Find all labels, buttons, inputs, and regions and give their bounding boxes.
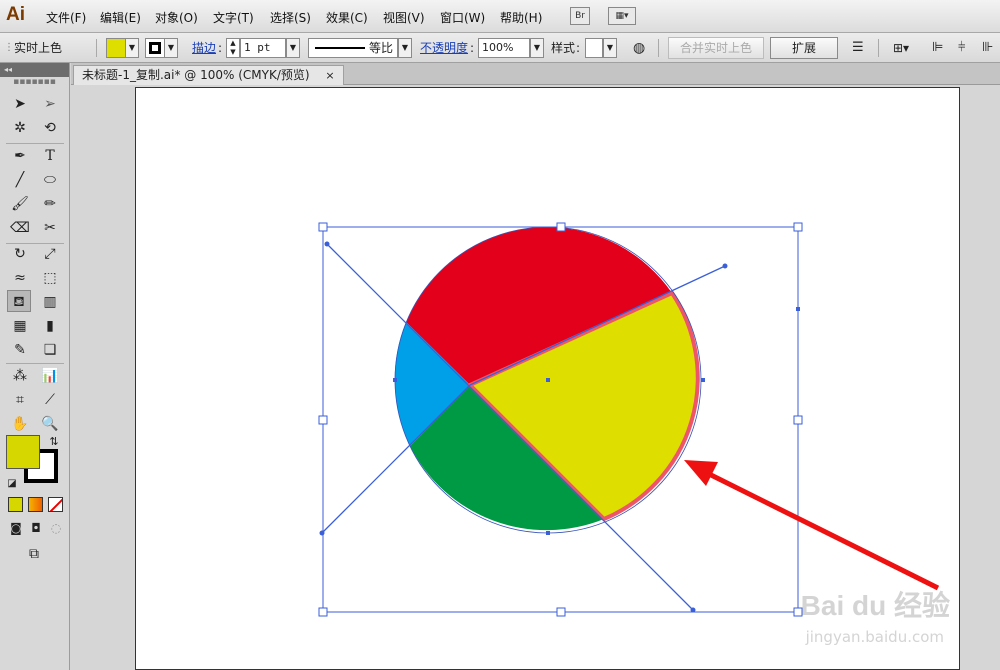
type-tool-icon[interactable]: T <box>38 145 62 167</box>
baidu-watermark-logo: Bai du 经验 <box>800 590 950 621</box>
scale-tool-icon[interactable]: ⤢ <box>38 243 62 265</box>
slice-tool-icon[interactable]: ⟋ <box>38 389 62 411</box>
arrange-documents-icon[interactable]: ▦▾ <box>608 7 636 25</box>
stroke-weight-dropdown-icon[interactable]: ▼ <box>286 38 300 58</box>
app-logo: Ai <box>6 4 25 25</box>
red-arrow-annotation <box>684 460 940 591</box>
screen-mode-icon[interactable]: ⧉ <box>22 543 46 565</box>
opacity-input[interactable]: 100% <box>478 38 530 58</box>
baidu-watermark-url: jingyan.baidu.com <box>805 628 944 646</box>
default-colors-icon[interactable]: ◪ <box>0 473 24 495</box>
draw-inside-icon[interactable]: ◌ <box>46 517 66 539</box>
column-graph-tool-icon[interactable]: 📊 <box>38 365 62 387</box>
stroke-profile-dropdown-icon[interactable]: ▼ <box>398 38 412 58</box>
draw-normal-icon[interactable]: ◙ <box>6 517 26 539</box>
live-paint-bucket-tool-icon[interactable]: ⛾ <box>7 290 31 312</box>
document-area: 未标题-1_复制.ai* @ 100% (CMYK/预览) × Bai du 经… <box>71 63 1000 670</box>
selection-label: 实时上色 <box>14 41 63 55</box>
grip-icon: ⋮ <box>4 42 14 53</box>
pen-tool-icon[interactable]: ✒ <box>8 145 32 167</box>
ellipse-tool-icon[interactable]: ⬭ <box>38 169 62 191</box>
stroke-dropdown-icon[interactable]: ▼ <box>164 38 178 58</box>
scissors-tool-icon[interactable]: ✂ <box>38 217 62 239</box>
menu-select[interactable]: 选择(S) <box>270 9 311 26</box>
stroke-panel-link[interactable]: 描边 <box>192 38 216 58</box>
fill-dropdown-icon[interactable]: ▼ <box>125 38 139 58</box>
eyedropper-tool-icon[interactable]: ✎ <box>8 339 32 361</box>
transform-icon[interactable]: ⊞▾ <box>893 38 909 58</box>
warp-tool-icon[interactable]: ≈ <box>8 267 32 289</box>
recolor-artwork-icon[interactable]: ◍ <box>633 38 645 58</box>
eraser-tool-icon[interactable]: ⌫ <box>8 217 32 239</box>
draw-behind-icon[interactable]: ◘ <box>26 517 46 539</box>
panel-grip: ▪▪▪▪▪▪▪ <box>13 77 56 87</box>
menu-type[interactable]: 文字(T) <box>213 9 254 26</box>
blend-tool-icon[interactable]: ❏ <box>38 339 62 361</box>
merge-live-paint-button[interactable]: 合并实时上色 <box>668 37 764 59</box>
opacity-dropdown-icon[interactable]: ▼ <box>530 38 544 58</box>
stroke-profile-value: 等比 <box>369 41 394 55</box>
free-transform-tool-icon[interactable]: ⬚ <box>38 267 62 289</box>
graphic-style-dropdown-icon[interactable]: ▼ <box>603 38 617 58</box>
divider <box>96 39 97 57</box>
menu-bar: Ai 文件(F) 编辑(E) 对象(O) 文字(T) 选择(S) 效果(C) 视… <box>0 0 1000 33</box>
gradient-mode-icon[interactable] <box>28 497 43 512</box>
gradient-tool-icon[interactable]: ▮ <box>38 315 62 337</box>
menu-edit[interactable]: 编辑(E) <box>100 9 141 26</box>
profile-line-icon <box>315 47 365 49</box>
menu-view[interactable]: 视图(V) <box>383 9 425 26</box>
menu-window[interactable]: 窗口(W) <box>440 9 485 26</box>
artboard-tool-icon[interactable]: ⌗ <box>8 389 32 411</box>
stroke-icon <box>149 42 161 54</box>
menu-help[interactable]: 帮助(H) <box>500 9 542 26</box>
stroke-weight-stepper[interactable]: ▲ ▼ <box>226 38 240 58</box>
align-center-icon[interactable]: ⫩ <box>958 38 965 58</box>
graphic-style-swatch[interactable] <box>585 38 603 58</box>
symbol-sprayer-tool-icon[interactable]: ⁂ <box>8 365 32 387</box>
menu-effect[interactable]: 效果(C) <box>326 9 368 26</box>
expand-button[interactable]: 扩展 <box>770 37 838 59</box>
bridge-button[interactable]: Br <box>570 7 590 25</box>
control-bar: ⋮ 实时上色 ▼ ▼ 描边 : ▲ ▼ 1 pt ▼ 等比 ▼ 不透明度 : 10… <box>0 33 1000 63</box>
stroke-weight-input[interactable]: 1 pt <box>240 38 286 58</box>
options-menu-icon[interactable]: ☰ <box>852 38 864 58</box>
color-mode-icon[interactable] <box>8 497 23 512</box>
fill-color-swatch[interactable] <box>106 38 126 58</box>
none-mode-icon[interactable] <box>48 497 63 512</box>
opacity-panel-link[interactable]: 不透明度 <box>420 38 468 58</box>
stroke-color-swatch[interactable] <box>145 38 165 58</box>
rotate-tool-icon[interactable]: ↻ <box>8 243 32 265</box>
align-right-icon[interactable]: ⊪ <box>982 38 993 58</box>
line-tool-icon[interactable]: ╱ <box>8 169 32 191</box>
menu-object[interactable]: 对象(O) <box>155 9 198 26</box>
align-left-icon[interactable]: ⊫ <box>932 38 943 58</box>
mesh-tool-icon[interactable]: ▦ <box>8 315 32 337</box>
swap-colors-icon[interactable]: ⇅ <box>42 431 66 453</box>
fill-color-box[interactable] <box>6 435 40 469</box>
perspective-grid-tool-icon[interactable]: ▥ <box>38 291 62 313</box>
selection-tool-icon[interactable]: ➤ <box>8 93 32 115</box>
hand-tool-icon[interactable]: ✋ <box>8 413 32 435</box>
pencil-tool-icon[interactable]: ✏ <box>38 193 62 215</box>
stroke-profile-select[interactable]: 等比 <box>308 38 398 58</box>
artwork-canvas[interactable] <box>71 63 1000 670</box>
lasso-tool-icon[interactable]: ⟲ <box>38 117 62 139</box>
tools-panel: ◂◂ ▪▪▪▪▪▪▪ ➤ ➢ ✲ ⟲ ✒ T ╱ ⬭ 🖌 ✏ ⌫ ✂ ↻ ⤢ ≈… <box>0 63 70 670</box>
menu-file[interactable]: 文件(F) <box>46 9 86 26</box>
style-label: 样式 <box>551 41 576 55</box>
paintbrush-tool-icon[interactable]: 🖌 <box>8 193 32 215</box>
direct-selection-tool-icon[interactable]: ➢ <box>38 93 62 115</box>
magic-wand-tool-icon[interactable]: ✲ <box>8 117 32 139</box>
panel-collapse-icon[interactable]: ◂◂ <box>0 63 69 77</box>
